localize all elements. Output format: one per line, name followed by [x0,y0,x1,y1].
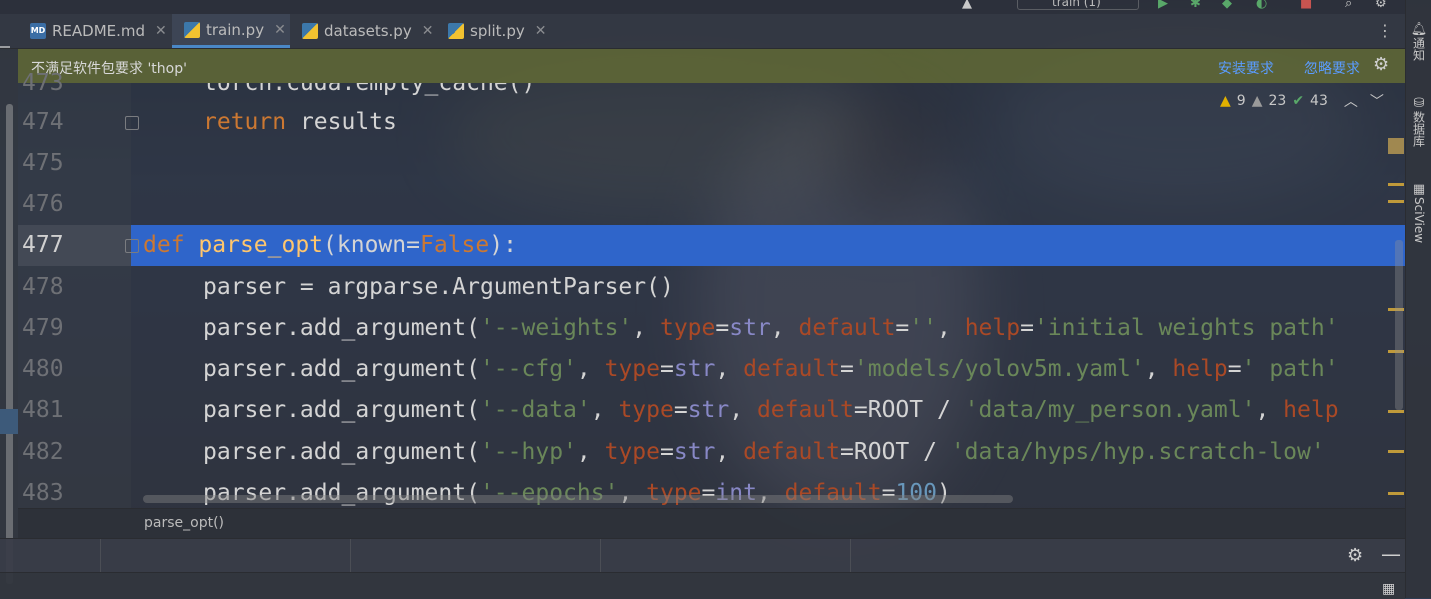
selection-marker [0,409,18,434]
chevron-down-icon[interactable]: ﹀ [1370,91,1384,111]
notifications-label: 通知 [1411,37,1426,61]
code-line-474: return results [203,109,397,135]
divider [600,539,601,573]
tab-label: split.py [470,22,525,40]
close-icon[interactable]: ✕ [535,23,547,39]
debug-icon[interactable]: ✱ [1190,0,1201,11]
profile-icon[interactable]: ◐ [1256,0,1267,11]
ignore-requirement-link[interactable]: 忽略要求 [1304,58,1360,78]
sciview-label: SciView [1412,197,1426,244]
tab-split[interactable]: split.py ✕ [438,14,553,48]
line-number: 475 [22,150,64,176]
tab-train[interactable]: train.py ✕ [172,14,290,48]
error-stripe-marker[interactable] [1388,410,1404,413]
error-stripe-marker[interactable] [1388,183,1404,186]
code-line-481: parser.add_argument('--data', type=str, … [203,397,1339,423]
minimize-icon[interactable]: — [1381,542,1401,566]
search-icon[interactable]: ⌕ [1345,0,1352,11]
sciview-tool[interactable]: ▦ SciView [1409,182,1429,246]
layout-grid-icon[interactable]: ▦ [1382,581,1395,597]
line-number: 481 [22,397,64,423]
database-tool[interactable]: ⛁ 数据库 [1409,96,1429,150]
code-line-478: parser = argparse.ArgumentParser() [203,274,674,300]
editor-tab-bar: MD README.md ✕ train.py ✕ datasets.py ✕ … [0,14,1405,49]
coverage-icon[interactable]: ◆ [1222,0,1232,11]
line-number: 478 [22,274,64,300]
tab-label: README.md [52,22,146,40]
editor-vertical-scrollbar[interactable] [1395,240,1403,410]
install-requirement-link[interactable]: 安装要求 [1218,58,1274,78]
error-stripe-marker[interactable] [1388,492,1404,495]
stop-icon[interactable]: ■ [1300,0,1312,11]
tab-label: datasets.py [324,22,412,40]
weak-warning-count: 23 [1268,93,1287,109]
divider [100,539,101,573]
error-stripe-marker[interactable] [1388,200,1404,203]
close-icon[interactable]: ✕ [274,22,286,38]
line-number: 479 [22,315,64,341]
editor-horizontal-scrollbar[interactable] [143,495,1013,503]
line-number: 482 [22,439,64,465]
sciview-icon: ▦ [1412,182,1426,197]
code-line-477: def parse_opt(known=False): [143,232,517,258]
project-scrollbar[interactable] [6,104,13,584]
line-number-current: 477 [22,232,64,258]
close-icon[interactable]: ✕ [155,23,167,39]
line-number: 480 [22,356,64,382]
python-file-icon [184,21,200,38]
code-line-473: torch.cuda.empty_cache() [203,83,536,96]
package-requirement-banner: 不满足软件包要求 'thop' 安装要求 忽略要求 ⚙ [18,49,1405,83]
more-vertical-icon[interactable]: ⋮ [1377,21,1393,40]
divider [850,539,851,573]
tab-readme[interactable]: MD README.md ✕ [22,14,172,48]
error-stripe-marker[interactable] [1388,450,1404,453]
tab-scroll-mark [0,46,10,48]
code-line-480: parser.add_argument('--cfg', type=str, d… [203,356,1339,382]
main-toolbar: train (1) ▲ ▶ ✱ ◆ ◐ ■ ⌕ ⚙ [0,0,1405,14]
python-file-icon [302,23,318,39]
notifications-tool[interactable]: 🔔︎ 通知 [1409,22,1429,64]
typo-check-icon: ✔ [1292,93,1305,109]
database-icon: ⛁ [1413,96,1425,111]
tool-window-body: ▦ [0,572,1405,599]
tool-window-header: ⚙ — [0,538,1405,573]
close-icon[interactable]: ✕ [422,23,434,39]
line-number: 476 [22,191,64,217]
error-stripe-marker[interactable] [1388,138,1404,154]
gear-icon[interactable]: ⚙ [1347,545,1363,566]
weak-warning-icon: ▲ [1251,93,1263,109]
chevron-up-icon[interactable]: ︿ [1344,91,1358,111]
bell-icon: 🔔︎ [1410,22,1428,37]
user-icon[interactable]: ▲ [962,0,972,11]
code-line-482: parser.add_argument('--hyp', type=str, d… [203,439,1325,465]
divider [350,539,351,573]
breadcrumb-item[interactable]: parse_opt() [144,515,224,531]
breadcrumb: parse_opt() [18,508,1405,539]
line-number: 474 [22,109,64,135]
gear-icon[interactable]: ⚙ [1373,54,1389,75]
python-file-icon [448,23,464,39]
project-panel-edge [0,49,18,584]
tab-label: train.py [206,20,265,39]
code-line-479: parser.add_argument('--weights', type=st… [203,315,1339,341]
right-tool-sidebar: 🔔︎ 通知 ⛁ 数据库 ▦ SciView [1405,0,1431,598]
typo-count: 43 [1310,93,1328,109]
run-icon[interactable]: ▶ [1158,0,1168,11]
warning-count: 9 [1236,93,1246,109]
settings-icon[interactable]: ⚙ [1375,0,1387,11]
inspection-widget[interactable]: ▲ 9 ▲ 23 ✔ 43 ︿ ﹀ [1220,90,1384,112]
markdown-file-icon: MD [30,23,46,39]
warning-icon: ▲ [1220,93,1231,109]
database-label: 数据库 [1411,111,1426,147]
tab-datasets[interactable]: datasets.py ✕ [292,14,434,48]
line-number: 473 [22,70,64,96]
code-lines: torch.cuda.empty_cache() return results … [131,83,1405,508]
run-configuration-selector[interactable]: train (1) [1017,0,1139,10]
